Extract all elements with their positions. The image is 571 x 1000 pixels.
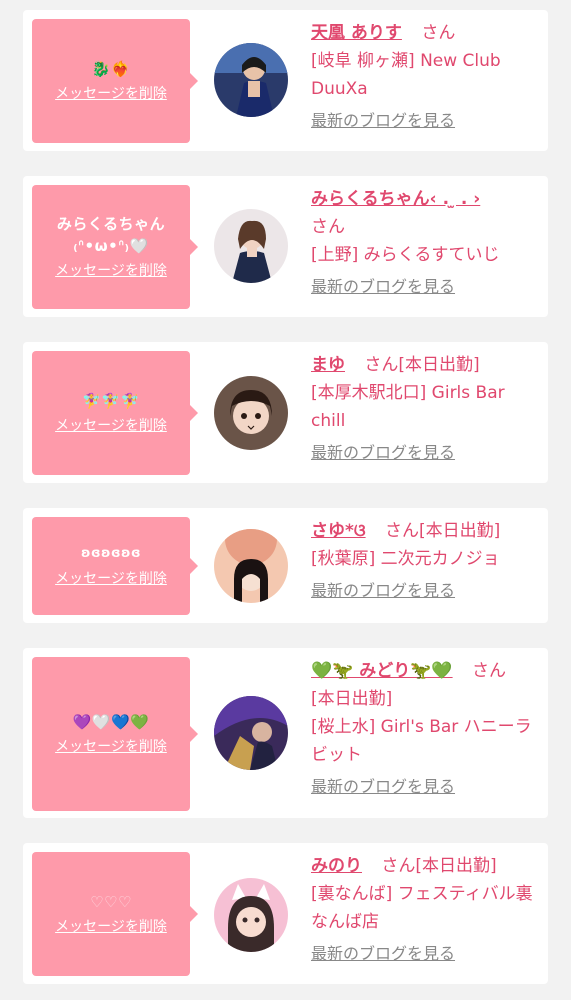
message-bubble: 💜🤍💙💚 メッセージを削除 [32, 657, 198, 811]
message-text: 💜🤍💙💚 [72, 713, 150, 731]
favorite-card: 🐉❤️‍🔥 メッセージを削除 天凰 ありす さん [岐阜 柳ヶ瀬] New Cl… [23, 10, 548, 151]
delete-message-link[interactable]: メッセージを削除 [55, 416, 167, 436]
avatar[interactable] [214, 376, 288, 450]
avatar[interactable] [214, 209, 288, 283]
message-text: 🐉❤️‍🔥 [91, 60, 131, 78]
name-suffix: さん[本日出勤] [385, 521, 501, 541]
message-bubble: ♡♡♡ メッセージを削除 [32, 852, 198, 976]
favorite-card: 🧚‍♀️🧚‍♀️🧚‍♀️ メッセージを削除 まゆ さん[本日出勤] [本厚木駅北… [23, 342, 548, 483]
cast-name-link[interactable]: みのり [311, 856, 362, 876]
avatar[interactable] [214, 529, 288, 603]
message-text: ʚɞʚɞʚɞ [80, 546, 142, 561]
cast-name-link[interactable]: みらくるちゃん‹ . ̫ . › [311, 189, 480, 209]
avatar[interactable] [214, 43, 288, 117]
delete-message-link[interactable]: メッセージを削除 [55, 84, 167, 104]
status-text: [本日出勤] [311, 689, 393, 709]
favorite-card: ♡♡♡ メッセージを削除 みのり さん[本日出勤] [裏なんば] フェスティバル… [23, 843, 548, 984]
favorite-card: ʚɞʚɞʚɞ メッセージを削除 さゆ*ଓ さん[本日出勤] [秋葉原] 二次元カ… [23, 508, 548, 623]
latest-blog-link[interactable]: 最新のブログを見る [311, 273, 455, 301]
favorite-card: みらくるちゃん ₍ᐢ•ω•ᐢ₎🤍 メッセージを削除 みらくるちゃん‹ . ̫ .… [23, 176, 548, 317]
name-suffix: さん [421, 23, 456, 43]
delete-message-link[interactable]: メッセージを削除 [55, 261, 167, 281]
cast-name-link[interactable]: まゆ [311, 355, 345, 375]
store-text: [上野] みらくるすていじ [311, 245, 500, 265]
name-suffix: さん [311, 217, 345, 237]
latest-blog-link[interactable]: 最新のブログを見る [311, 940, 455, 968]
delete-message-link[interactable]: メッセージを削除 [55, 917, 167, 937]
avatar[interactable] [214, 878, 288, 952]
latest-blog-link[interactable]: 最新のブログを見る [311, 107, 455, 135]
store-text: [本厚木駅北口] Girls Bar chill [311, 383, 505, 431]
message-bubble: 🐉❤️‍🔥 メッセージを削除 [32, 19, 198, 143]
name-suffix: さん[本日出勤] [364, 355, 480, 375]
avatar[interactable] [214, 696, 288, 770]
store-text: [秋葉原] 二次元カノジョ [311, 549, 500, 569]
latest-blog-link[interactable]: 最新のブログを見る [311, 773, 455, 801]
store-text: [岐阜 柳ヶ瀬] New Club DuuXa [311, 51, 501, 99]
latest-blog-link[interactable]: 最新のブログを見る [311, 577, 455, 605]
message-text: みらくるちゃん ₍ᐢ•ω•ᐢ₎🤍 [56, 215, 166, 255]
message-text: 🧚‍♀️🧚‍♀️🧚‍♀️ [82, 392, 140, 410]
favorite-list: 🐉❤️‍🔥 メッセージを削除 天凰 ありす さん [岐阜 柳ヶ瀬] New Cl… [0, 0, 571, 1000]
name-suffix: さん[本日出勤] [381, 856, 497, 876]
message-bubble: 🧚‍♀️🧚‍♀️🧚‍♀️ メッセージを削除 [32, 351, 198, 475]
message-text: ♡♡♡ [90, 893, 132, 911]
message-bubble: ʚɞʚɞʚɞ メッセージを削除 [32, 517, 198, 615]
cast-name-link[interactable]: 💚🦖 みどり🦖💚 [311, 661, 453, 681]
favorite-card: 💜🤍💙💚 メッセージを削除 💚🦖 みどり🦖💚 さん [本日出勤] [桜上水] G… [23, 648, 548, 818]
cast-name-link[interactable]: 天凰 ありす [311, 23, 402, 43]
message-bubble: みらくるちゃん ₍ᐢ•ω•ᐢ₎🤍 メッセージを削除 [32, 185, 198, 309]
delete-message-link[interactable]: メッセージを削除 [55, 737, 167, 757]
name-suffix: さん [472, 661, 506, 681]
latest-blog-link[interactable]: 最新のブログを見る [311, 439, 455, 467]
store-text: [桜上水] Girl's Bar ハニーラビット [311, 717, 532, 765]
delete-message-link[interactable]: メッセージを削除 [55, 569, 167, 589]
store-text: [裏なんば] フェスティバル裏なんば店 [311, 884, 533, 932]
cast-name-link[interactable]: さゆ*ଓ [311, 521, 366, 541]
